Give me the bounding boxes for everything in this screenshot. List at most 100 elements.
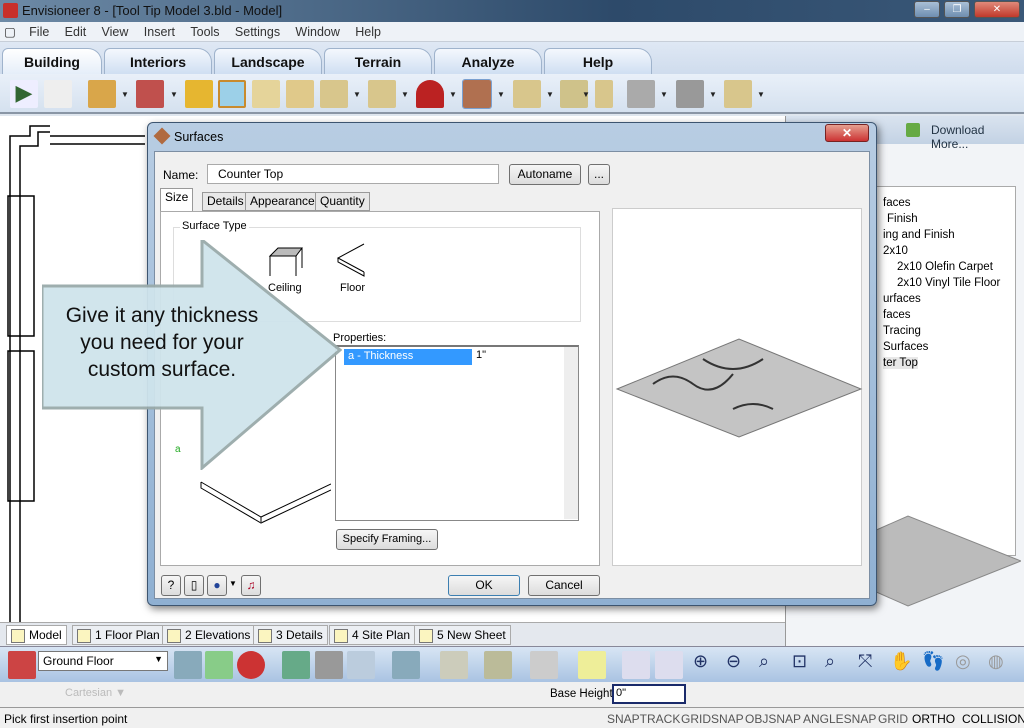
- beam-icon[interactable]: [627, 80, 655, 108]
- anglesnap-toggle[interactable]: ANGLESNAP: [803, 712, 876, 726]
- objsnap-toggle[interactable]: OBJSNAP: [745, 712, 801, 726]
- tree-item[interactable]: Surfaces: [883, 341, 928, 353]
- insert-down-icon[interactable]: [320, 80, 348, 108]
- coord-mode-dropdown[interactable]: Cartesian ▼: [65, 687, 126, 699]
- autoname-button[interactable]: Autoname: [509, 164, 581, 185]
- snaptrack-toggle[interactable]: SNAPTRACK: [607, 712, 680, 726]
- tree-item[interactable]: 2x10 Vinyl Tile Floor: [897, 277, 1000, 289]
- sheet-tab-site-plan[interactable]: 4 Site Plan: [329, 625, 416, 645]
- minimize-button[interactable]: –: [914, 1, 940, 18]
- tree-item[interactable]: urfaces: [883, 293, 921, 305]
- page-icon[interactable]: ▯: [184, 575, 204, 596]
- globe-dropdown[interactable]: ▼: [229, 579, 237, 588]
- surface-icon[interactable]: [462, 79, 492, 109]
- walk-icon[interactable]: 👣: [922, 651, 950, 679]
- zoom-out-icon[interactable]: ⊖: [726, 651, 754, 679]
- properties-icon[interactable]: [622, 651, 650, 679]
- tree-item[interactable]: Finish: [887, 213, 918, 225]
- menu-file[interactable]: File: [23, 23, 55, 41]
- house-gray-icon[interactable]: [315, 651, 343, 679]
- ellipsis-button[interactable]: ...: [588, 164, 610, 185]
- specify-framing-button[interactable]: Specify Framing...: [336, 529, 438, 550]
- box-icon[interactable]: [578, 651, 606, 679]
- cabinet-icon[interactable]: [724, 80, 752, 108]
- framing-icon[interactable]: [676, 80, 704, 108]
- zoom-window-icon[interactable]: ⊡: [792, 651, 820, 679]
- model-cube-icon[interactable]: ▢: [0, 22, 20, 41]
- sheet-tab-floor-plan[interactable]: 1 Floor Plan: [72, 625, 165, 645]
- floor-type-label[interactable]: Floor: [340, 282, 365, 294]
- property-thickness[interactable]: a - Thickness: [344, 349, 472, 365]
- tree-item[interactable]: ing and Finish: [883, 229, 955, 241]
- tree-item[interactable]: faces: [883, 197, 911, 209]
- properties-scrollbar[interactable]: [564, 347, 578, 519]
- connect-icon[interactable]: [282, 651, 310, 679]
- zoom-in-icon[interactable]: ⊕: [693, 651, 721, 679]
- zoom-previous-icon[interactable]: ⌕: [825, 651, 853, 679]
- zoom-extents-icon[interactable]: ⌕: [759, 651, 787, 679]
- floor-icon[interactable]: [286, 80, 314, 108]
- tab-building[interactable]: Building: [2, 48, 102, 74]
- properties2-icon[interactable]: [655, 651, 683, 679]
- floors-icon[interactable]: [8, 651, 36, 679]
- property-thickness-value[interactable]: 1": [476, 349, 486, 361]
- view-2d-icon[interactable]: [205, 651, 233, 679]
- filter-icon[interactable]: [440, 651, 468, 679]
- window-icon[interactable]: [218, 80, 246, 108]
- tree-item[interactable]: faces: [883, 309, 911, 321]
- close-button[interactable]: ✕: [974, 1, 1020, 18]
- cancel-button[interactable]: Cancel: [528, 575, 600, 596]
- tab-details[interactable]: Details: [202, 192, 249, 211]
- collision-toggle[interactable]: COLLISION: [962, 712, 1024, 726]
- sheet-tab-details[interactable]: 3 Details: [253, 625, 328, 645]
- stairs-icon[interactable]: [513, 80, 541, 108]
- door-icon[interactable]: [185, 80, 213, 108]
- tab-quantity[interactable]: Quantity: [315, 192, 370, 211]
- tree-item-selected[interactable]: ter Top: [883, 357, 918, 369]
- name-input[interactable]: Counter Top: [207, 164, 499, 184]
- tree-item[interactable]: Tracing: [883, 325, 921, 337]
- house-icon[interactable]: [347, 651, 375, 679]
- paintbrush-icon[interactable]: [44, 80, 72, 108]
- gridsnap-toggle[interactable]: GRIDSNAP: [681, 712, 744, 726]
- ok-button[interactable]: OK: [448, 575, 520, 596]
- tab-landscape[interactable]: Landscape: [214, 48, 322, 74]
- menu-help[interactable]: Help: [349, 23, 387, 41]
- rotate-icon[interactable]: ◍: [988, 651, 1016, 679]
- column-icon[interactable]: [595, 80, 613, 108]
- select-arrow-icon[interactable]: ▶: [10, 80, 38, 108]
- sheet-tab-new-sheet[interactable]: 5 New Sheet: [414, 625, 511, 645]
- maximize-button[interactable]: ❐: [944, 1, 970, 18]
- floor-select[interactable]: Ground Floor ▼: [38, 651, 168, 671]
- tab-appearance[interactable]: Appearance: [245, 192, 320, 211]
- insert-up-icon[interactable]: [368, 80, 396, 108]
- house-wizard-icon[interactable]: [88, 80, 116, 108]
- properties-list[interactable]: a - Thickness 1": [335, 345, 579, 521]
- camera-icon[interactable]: [484, 651, 512, 679]
- sheet-tab-model[interactable]: Model: [6, 625, 67, 645]
- opening-icon[interactable]: [252, 80, 280, 108]
- zoom-fit-icon[interactable]: ⤧: [858, 651, 886, 679]
- view-3d-icon[interactable]: [237, 651, 265, 679]
- menu-settings[interactable]: Settings: [229, 23, 286, 41]
- menu-window[interactable]: Window: [289, 23, 345, 41]
- music-note-icon[interactable]: ♫: [241, 575, 261, 596]
- tree-item[interactable]: 2x10: [883, 245, 908, 257]
- pan-hand-icon[interactable]: ✋: [890, 651, 918, 679]
- menu-insert[interactable]: Insert: [138, 23, 181, 41]
- tab-terrain[interactable]: Terrain: [324, 48, 432, 74]
- tab-help[interactable]: Help: [544, 48, 652, 74]
- globe-icon[interactable]: ●: [207, 575, 227, 596]
- roof-icon[interactable]: [416, 80, 444, 108]
- menu-edit[interactable]: Edit: [59, 23, 93, 41]
- fence-icon[interactable]: [530, 651, 558, 679]
- wall-icon[interactable]: [136, 80, 164, 108]
- menu-tools[interactable]: Tools: [184, 23, 225, 41]
- sheet-tab-elevations[interactable]: 2 Elevations: [162, 625, 256, 645]
- roof-view-icon[interactable]: [392, 651, 420, 679]
- view-3d-plan-icon[interactable]: [174, 651, 202, 679]
- dialog-close-button[interactable]: ✕: [825, 124, 869, 142]
- tab-interiors[interactable]: Interiors: [104, 48, 212, 74]
- help-button[interactable]: ?: [161, 575, 181, 596]
- download-more-link[interactable]: Download More...: [931, 123, 1024, 151]
